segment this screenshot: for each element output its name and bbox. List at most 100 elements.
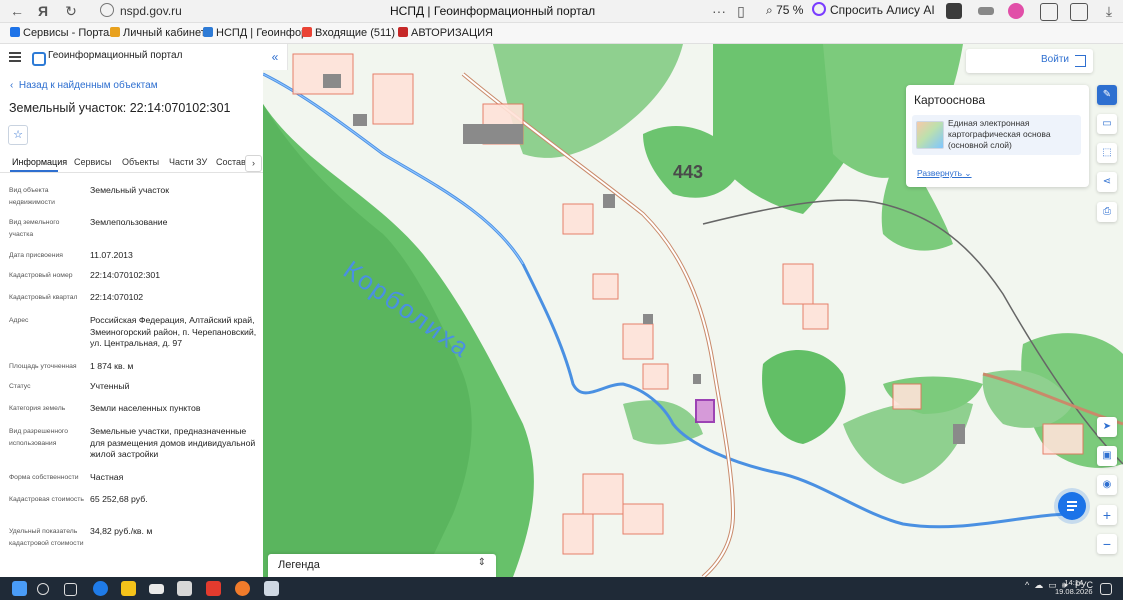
app-icon[interactable] [264,581,279,596]
back-arrow-icon[interactable]: ← [8,2,26,20]
elevation-label: 443 [673,162,704,182]
bookmark-favicon [110,27,120,37]
bookmark-item[interactable]: НСПД | Геоинфор [203,26,307,40]
bookmark-icon[interactable]: ▯ [732,2,750,20]
share-icon[interactable]: ⋖ [1097,172,1117,192]
info-tabs: Информация Сервисы Объекты Части ЗУ Сост… [0,154,263,173]
bookmark-label: АВТОРИЗАЦИЯ [411,27,493,39]
chat-icon [1067,505,1077,507]
star-icon: ☆ [13,129,23,141]
mail-icon[interactable] [149,584,164,594]
site-info-icon[interactable] [100,3,114,17]
zoom-out-button[interactable]: − [1097,534,1117,554]
property-label: Вид объекта недвижимости [9,187,55,206]
file-explorer-icon[interactable] [121,581,136,596]
back-to-results-link[interactable]: ‹ Назад к найденным объектам [10,80,158,91]
alice-icon [812,2,826,16]
start-icon[interactable] [12,581,27,596]
alice-button[interactable]: Спросить Алису AI [812,2,935,18]
tab-objects[interactable]: Объекты [122,157,159,167]
property-value: Частная [90,472,124,482]
extensions-icon[interactable] [1040,3,1058,21]
property-value: 22:14:070102:301 [90,270,161,280]
locate-icon[interactable]: ➤ [1097,417,1117,437]
collections-icon[interactable] [1070,3,1088,21]
task-view-icon[interactable] [64,583,77,596]
tab-plot-parts[interactable]: Части ЗУ [169,157,207,167]
menu-icon[interactable] [9,52,21,62]
collapse-panel-button[interactable]: « [263,44,288,70]
clock-date: 19.08.2026 [1055,587,1093,596]
active-tab-indicator [10,170,58,172]
bookmark-label: Личный кабинет [123,27,206,39]
tabs-next-button[interactable]: › [245,155,262,172]
chat-button[interactable] [1058,492,1086,520]
bookmark-item[interactable]: Личный кабинет [110,26,206,40]
zoom-button[interactable]: ⌕ 75 % [760,2,809,18]
search-icon[interactable] [37,583,49,595]
bookmark-favicon [398,27,408,37]
address-bar[interactable]: nspd.gov.ru [100,2,182,20]
tab-services[interactable]: Сервисы [74,157,111,167]
windows-taskbar: ^ ☁ ▭ 🕪 РУС 14:14 19.08.2026 [0,577,1123,600]
plot-title: Земельный участок: 22:14:070102:301 [9,101,231,115]
tab-composition[interactable]: Состав [216,157,246,167]
reload-icon[interactable]: ↻ [62,2,80,20]
property-value: 11.07.2013 [90,250,133,260]
bookmark-item[interactable]: Входящие (511) [302,26,395,40]
print-icon[interactable]: ⎙ [1097,202,1117,222]
pen-icon[interactable]: ✎ [1097,85,1117,105]
tab-info[interactable]: Информация [12,157,67,167]
map-canvas[interactable]: 443 Корболиха « Войти Картооснова Единая… [263,44,1123,577]
page-title: НСПД | Геоинформационный портал [390,4,596,18]
expand-legend-icon[interactable]: ⇕ [478,557,486,568]
basemap-label: Единая электронная картографическая осно… [948,118,1051,150]
property-value: 22:14:070102 [90,292,144,302]
camera-icon[interactable]: ◉ [1097,475,1117,495]
yandex-browser-icon[interactable] [206,581,221,596]
edge-icon[interactable] [93,581,108,596]
chat-icon [1067,501,1077,503]
bookmark-label: Входящие (511) [315,27,396,39]
layers-icon[interactable]: ▣ [1097,446,1117,466]
expand-link[interactable]: Развернуть ⌄ [917,168,972,179]
browser-toolbar: ← Я ↻ nspd.gov.ru НСПД | Геоинформационн… [0,0,1123,23]
extension-icon[interactable] [946,3,962,19]
chat-icon [1067,509,1074,511]
basemap-option[interactable]: Единая электронная картографическая осно… [912,115,1081,155]
chevron-up-icon[interactable]: ^ [1025,580,1029,590]
download-icon[interactable]: ⤓ [1100,2,1118,20]
clock-time: 14:14 [1064,578,1084,587]
property-value: 1 874 кв. м [90,361,134,371]
extension-icon[interactable] [1008,3,1024,19]
bookmark-item[interactable]: Сервисы - Портал [10,26,116,40]
chevron-left-icon: ‹ [10,80,19,91]
property-label: Кадастровый квартал [9,294,78,301]
property-label: Категория земель [9,405,66,412]
clock[interactable]: 14:14 19.08.2026 [1055,578,1093,596]
property-value: Землепользование [90,217,168,227]
cloud-icon[interactable]: ☁ [1034,580,1043,590]
bookmark-label: НСПД | Геоинфор [216,27,308,39]
bookmark-favicon [203,27,213,37]
select-area-icon[interactable]: ⬚ [1097,143,1117,163]
legend-label: Легенда [278,559,320,571]
bookmark-favicon [10,27,20,37]
bookmark-item[interactable]: АВТОРИЗАЦИЯ [398,26,493,40]
login-button[interactable]: Войти [966,49,1093,73]
favorite-button[interactable]: ☆ [8,125,28,145]
zoom-in-button[interactable]: + [1097,505,1117,525]
more-icon[interactable]: ··· [710,2,728,20]
yandex-icon[interactable]: Я [34,2,52,20]
app-icon[interactable] [177,581,192,596]
legend-bar[interactable]: Легенда ⇕ [268,554,496,577]
property-label: Статус [9,383,31,390]
ruler-icon[interactable]: ▭ [1097,114,1117,134]
portal-name: Геоинформационный портал [48,50,183,61]
notifications-icon[interactable] [1100,583,1112,595]
basemap-title: Картооснова [914,93,985,107]
property-value: Земельный участок [90,185,170,195]
bookmark-favicon [302,27,312,37]
mask-icon[interactable] [978,7,994,15]
browser-icon[interactable] [235,581,250,596]
